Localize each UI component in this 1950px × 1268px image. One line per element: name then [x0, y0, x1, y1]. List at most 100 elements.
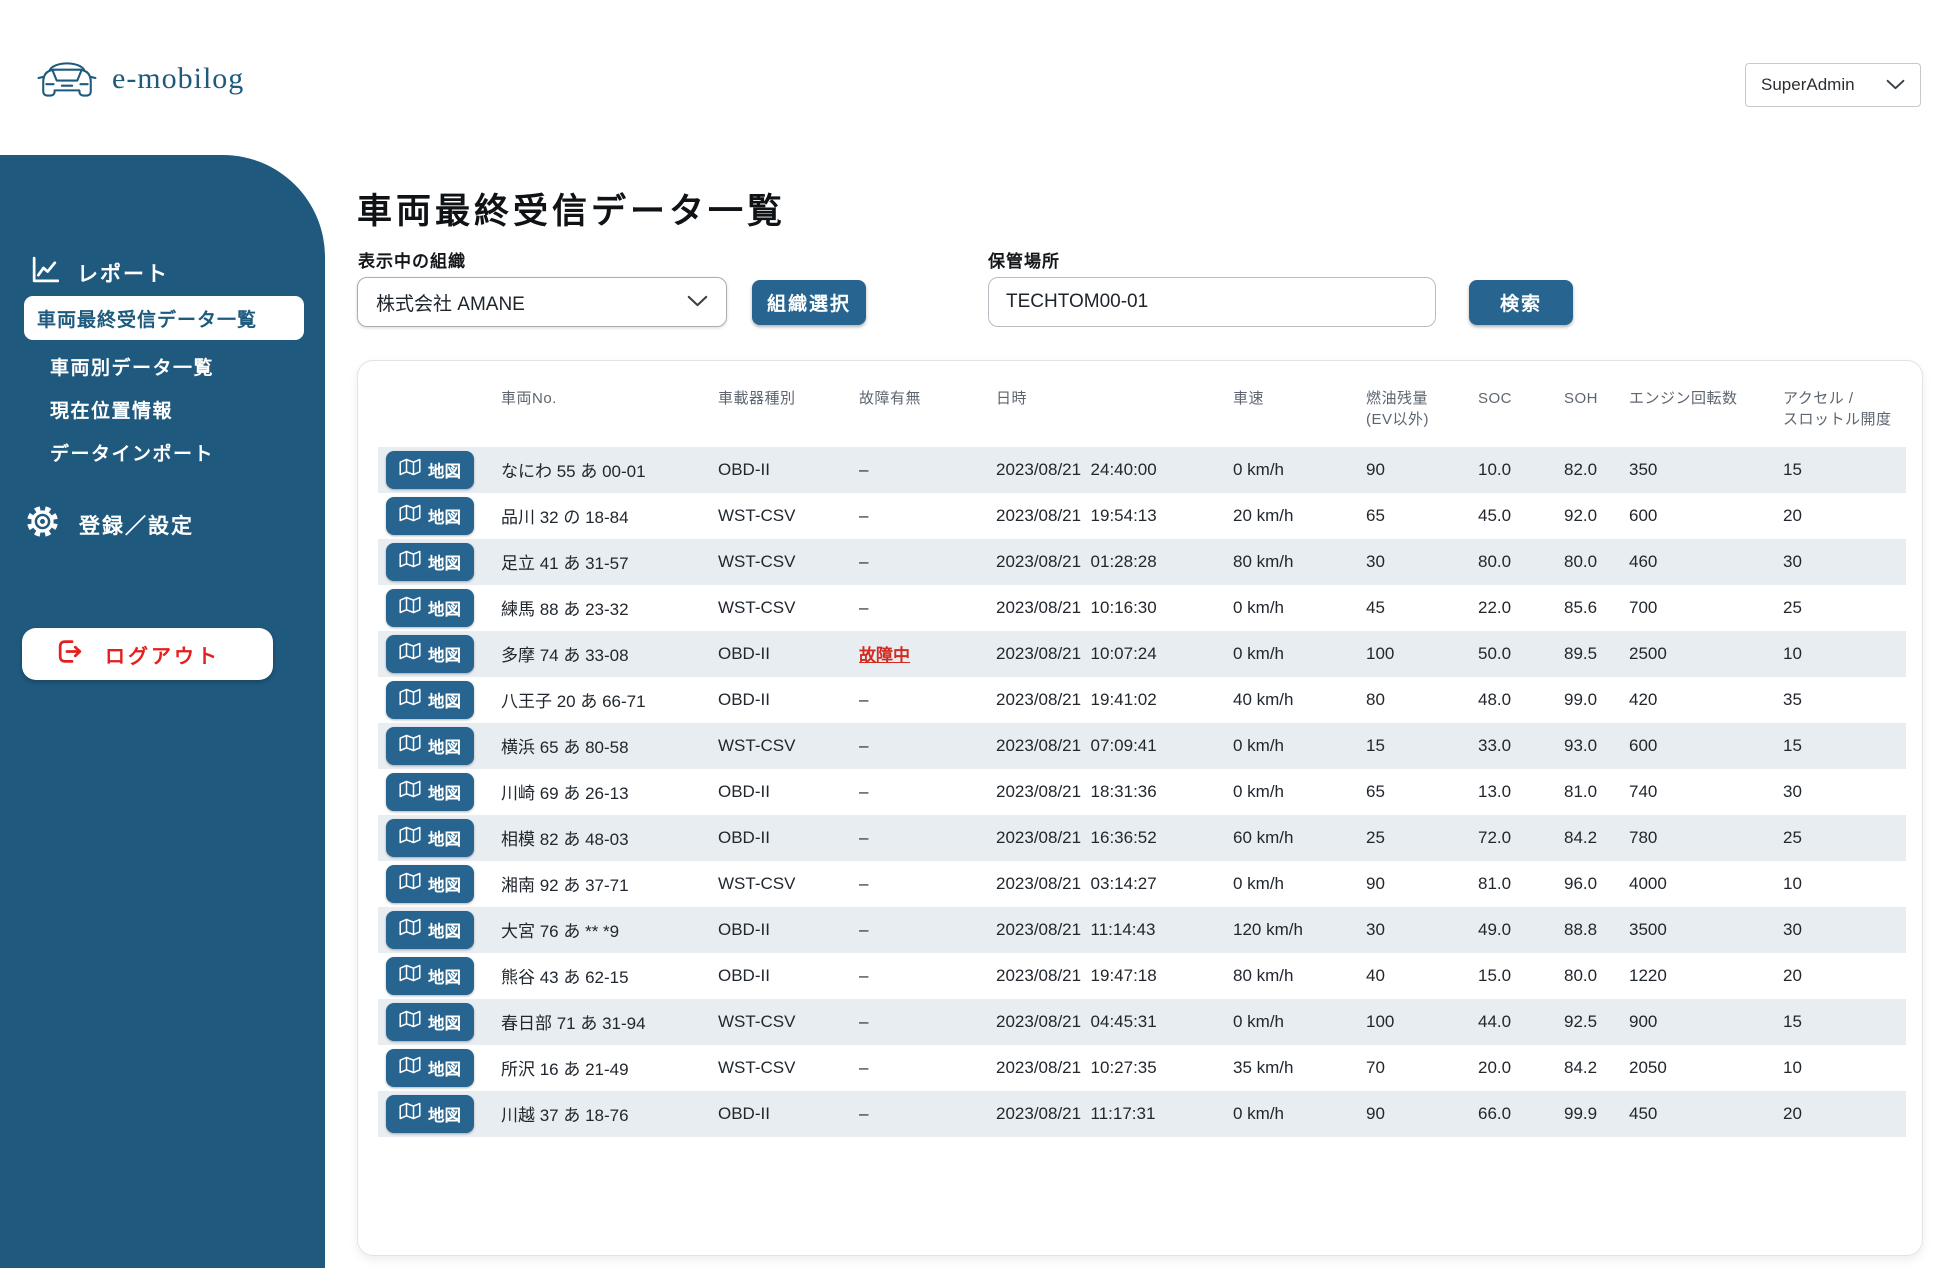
sidebar-item-data-import[interactable]: データインポート [50, 439, 214, 466]
speed-cell: 20 km/h [1233, 505, 1294, 525]
sidebar-item-vehicle-last-data[interactable]: 車両最終受信データ一覧 [24, 296, 304, 340]
vehicle-no-cell: 春日部 71 あ 31-94 [501, 1014, 646, 1034]
map-icon [399, 596, 421, 619]
soc-cell: 15.0 [1478, 965, 1512, 985]
soc-cell: 48.0 [1478, 689, 1512, 709]
vehicle-no-cell: 品川 32 の 18-84 [501, 508, 629, 528]
table-row: 地図 八王子 20 あ 66-71 OBD-II – 2023/08/21 19… [378, 677, 1906, 723]
table-row: 地図 熊谷 43 あ 62-15 OBD-II – 2023/08/21 19:… [378, 953, 1906, 999]
fault-status: – [859, 827, 869, 847]
table-row: 地図 多摩 74 あ 33-08 OBD-II 故障中 2023/08/21 1… [378, 630, 1906, 677]
header-rpm: エンジン回転数 [1629, 390, 1738, 407]
speed-cell: 0 km/h [1233, 597, 1285, 617]
speed-cell: 80 km/h [1233, 551, 1294, 571]
fuel-cell: 90 [1366, 459, 1385, 479]
map-icon [399, 458, 421, 481]
chevron-down-icon [687, 291, 708, 313]
map-icon [399, 550, 421, 573]
map-button[interactable]: 地図 [386, 772, 474, 811]
rpm-cell: 740 [1629, 781, 1658, 801]
fuel-cell: 80 [1366, 689, 1385, 709]
accel-cell: 10 [1783, 873, 1802, 893]
fault-status: – [859, 873, 869, 893]
search-button[interactable]: 検索 [1469, 280, 1573, 325]
map-button[interactable]: 地図 [386, 450, 474, 489]
table-row: 地図 足立 41 あ 31-57 WST-CSV – 2023/08/21 01… [378, 538, 1906, 585]
map-button[interactable]: 地図 [386, 634, 474, 673]
soc-cell: 10.0 [1478, 459, 1512, 479]
rpm-cell: 2050 [1629, 1057, 1667, 1077]
table-row: 地図 品川 32 の 18-84 WST-CSV – 2023/08/21 19… [378, 493, 1906, 539]
map-icon [399, 1056, 421, 1079]
vehicle-no-cell: 川崎 69 あ 26-13 [501, 784, 629, 804]
soh-cell: 96.0 [1564, 873, 1598, 893]
map-icon [399, 688, 421, 711]
soc-cell: 72.0 [1478, 827, 1512, 847]
sidebar-item-vehicle-data-list[interactable]: 車両別データ一覧 [50, 353, 214, 380]
rpm-cell: 3500 [1629, 919, 1667, 939]
table-row: 地図 所沢 16 あ 21-49 WST-CSV – 2023/08/21 10… [378, 1045, 1906, 1091]
map-button[interactable]: 地図 [386, 818, 474, 857]
datetime-cell: 2023/08/21 10:27:35 [996, 1057, 1157, 1077]
sidebar-group-reports[interactable]: レポート [30, 255, 169, 290]
fuel-cell: 90 [1366, 1103, 1385, 1123]
map-button[interactable]: 地図 [386, 864, 474, 903]
org-select-button[interactable]: 組織選択 [752, 280, 866, 325]
fuel-cell: 100 [1366, 643, 1395, 663]
map-icon [399, 964, 421, 987]
fuel-cell: 40 [1366, 965, 1385, 985]
soh-cell: 85.6 [1564, 597, 1598, 617]
header-fuel: 燃油残量 (EV以外) [1366, 390, 1430, 429]
map-button[interactable]: 地図 [386, 542, 474, 581]
account-role-select[interactable]: SuperAdmin [1745, 63, 1921, 107]
map-button-label: 地図 [428, 876, 461, 895]
map-button[interactable]: 地図 [386, 956, 474, 995]
device-type-cell: WST-CSV [718, 1057, 796, 1077]
map-button[interactable]: 地図 [386, 1002, 474, 1041]
map-button[interactable]: 地図 [386, 680, 474, 719]
sidebar-group-settings[interactable]: 登録／設定 [24, 503, 194, 546]
accel-cell: 15 [1783, 459, 1802, 479]
soh-cell: 81.0 [1564, 781, 1598, 801]
map-button-label: 地図 [428, 738, 461, 757]
soc-cell: 50.0 [1478, 643, 1512, 663]
speed-cell: 0 km/h [1233, 1103, 1285, 1123]
sidebar-item-current-location[interactable]: 現在位置情報 [50, 396, 173, 423]
map-icon [399, 734, 421, 757]
soc-cell: 81.0 [1478, 873, 1512, 893]
device-type-cell: WST-CSV [718, 735, 796, 755]
map-button[interactable]: 地図 [386, 910, 474, 949]
map-button[interactable]: 地図 [386, 496, 474, 535]
location-field-label: 保管場所 [988, 252, 1060, 271]
logout-button[interactable]: ログアウト [22, 628, 273, 680]
speed-cell: 0 km/h [1233, 643, 1285, 663]
accel-cell: 30 [1783, 781, 1802, 801]
map-button[interactable]: 地図 [386, 1048, 474, 1087]
rpm-cell: 350 [1629, 459, 1658, 479]
map-button[interactable]: 地図 [386, 588, 474, 627]
fault-status: – [859, 459, 869, 479]
fuel-cell: 65 [1366, 505, 1385, 525]
soh-cell: 82.0 [1564, 459, 1598, 479]
accel-cell: 25 [1783, 597, 1802, 617]
rpm-cell: 1220 [1629, 965, 1667, 985]
soh-cell: 93.0 [1564, 735, 1598, 755]
location-input[interactable] [988, 277, 1436, 327]
soh-cell: 88.8 [1564, 919, 1598, 939]
soc-cell: 49.0 [1478, 919, 1512, 939]
org-select[interactable]: 株式会社 AMANE [357, 277, 727, 327]
accel-cell: 20 [1783, 1103, 1802, 1123]
vehicle-no-cell: 多摩 74 あ 33-08 [501, 646, 629, 666]
table-row: 地図 なにわ 55 あ 00-01 OBD-II – 2023/08/21 24… [378, 446, 1906, 493]
sidebar-group-reports-label: レポート [77, 262, 169, 286]
device-type-cell: OBD-II [718, 781, 770, 801]
vehicle-no-cell: 相模 82 あ 48-03 [501, 830, 629, 850]
map-button[interactable]: 地図 [386, 1094, 474, 1133]
map-icon [399, 504, 421, 527]
device-type-cell: WST-CSV [718, 505, 796, 525]
map-button[interactable]: 地図 [386, 726, 474, 765]
datetime-cell: 2023/08/21 03:14:27 [996, 873, 1157, 893]
map-button-label: 地図 [428, 784, 461, 803]
accel-cell: 20 [1783, 505, 1802, 525]
vehicle-no-cell: 練馬 88 あ 23-32 [501, 600, 629, 620]
